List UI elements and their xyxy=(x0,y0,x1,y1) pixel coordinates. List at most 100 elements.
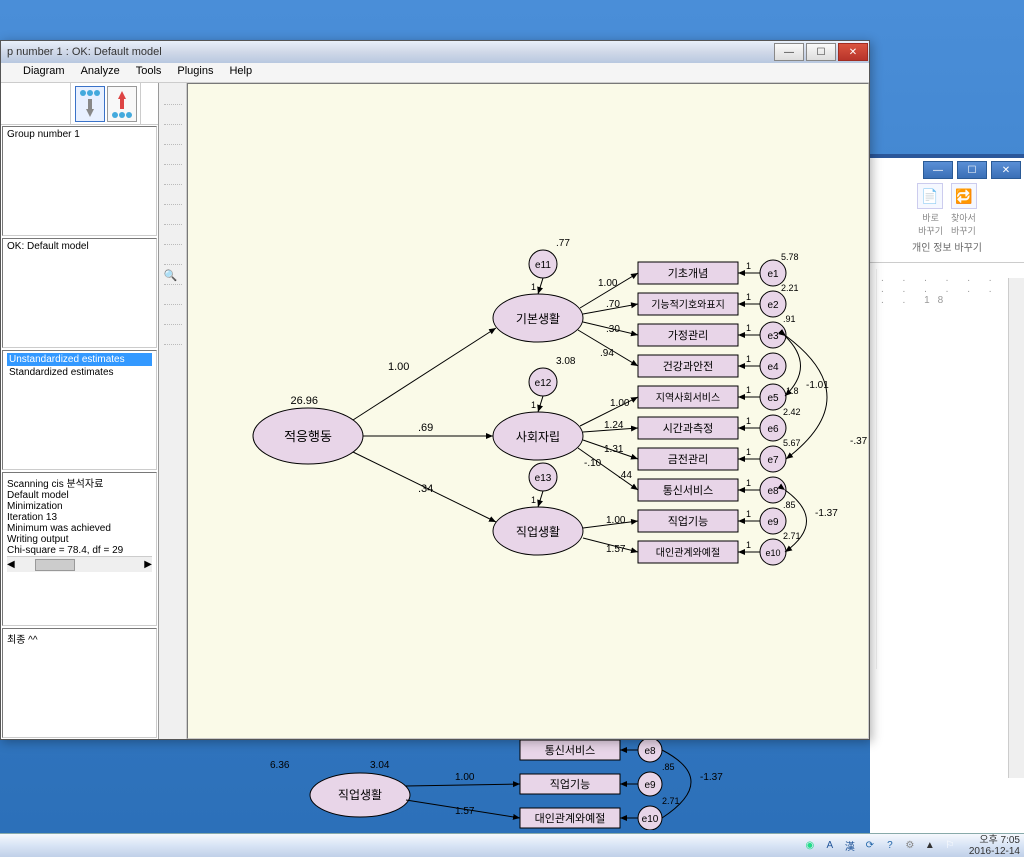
group-item[interactable]: Group number 1 xyxy=(7,129,152,140)
tray-help-icon[interactable]: ? xyxy=(883,839,897,853)
bg-close-button[interactable]: ✕ xyxy=(991,161,1021,179)
path-f1-load: 1.00 xyxy=(388,361,409,373)
tool-icon[interactable] xyxy=(164,249,182,265)
svg-text:-.37: -.37 xyxy=(850,436,868,447)
svg-text:1: 1 xyxy=(746,509,751,519)
bg-maximize-button[interactable]: ☐ xyxy=(957,161,987,179)
error-e11-var: .77 xyxy=(556,238,570,249)
output-line: Chi-square = 78.4, df = 29 xyxy=(7,545,152,556)
svg-text:통신서비스: 통신서비스 xyxy=(663,484,714,497)
tool-icon[interactable] xyxy=(164,109,182,125)
models-listbox[interactable]: OK: Default model xyxy=(2,238,157,348)
svg-text:3.04: 3.04 xyxy=(370,760,390,771)
model-status[interactable]: OK: Default model xyxy=(7,241,152,252)
menu-tools[interactable]: Tools xyxy=(134,65,164,80)
tray-flag-icon[interactable]: ⚐ xyxy=(943,839,957,853)
amos-main-window: p number 1 : OK: Default model — ☐ ✕ Dia… xyxy=(0,40,870,740)
svg-text:2.71: 2.71 xyxy=(783,531,801,541)
tool-icon[interactable] xyxy=(164,169,182,185)
svg-text:시간과측정: 시간과측정 xyxy=(663,422,714,435)
svg-text:1.00: 1.00 xyxy=(610,398,630,409)
tool-icon[interactable] xyxy=(164,189,182,205)
unstandardized-estimates[interactable]: Unstandardized estimates xyxy=(7,353,152,366)
background-partial-diagram: 직업생활 3.04 6.36 통신서비스 직업기능 대인관계와예절 e8 e9 … xyxy=(80,740,880,830)
svg-text:2.21: 2.21 xyxy=(781,283,799,293)
svg-text:1: 1 xyxy=(746,354,751,364)
standardized-estimates[interactable]: Standardized estimates xyxy=(7,366,152,379)
output-line: Iteration 13 xyxy=(7,512,152,523)
tool-icon[interactable] xyxy=(164,229,182,245)
svg-text:e6: e6 xyxy=(767,424,779,435)
path-diagram-input-icon[interactable] xyxy=(75,86,105,122)
menu-plugins[interactable]: Plugins xyxy=(175,65,215,80)
diagram-canvas[interactable]: 적응행동 26.96 기본생활 사회자립 직업생활 1.00 .69 .34 e… xyxy=(187,83,869,739)
svg-text:e8: e8 xyxy=(644,746,656,757)
clock-time: 오후 7:05 xyxy=(969,835,1020,846)
menu-help[interactable]: Help xyxy=(227,65,254,80)
tray-icon[interactable]: ⚙ xyxy=(903,839,917,853)
svg-text:e9: e9 xyxy=(767,517,779,528)
svg-text:기초개념: 기초개념 xyxy=(668,267,708,280)
svg-text:지역사회서비스: 지역사회서비스 xyxy=(656,392,720,404)
svg-text:1: 1 xyxy=(531,282,536,292)
svg-text:.30: .30 xyxy=(606,324,620,335)
titlebar[interactable]: p number 1 : OK: Default model — ☐ ✕ xyxy=(1,41,869,63)
tool-icon[interactable] xyxy=(164,129,182,145)
svg-text:1: 1 xyxy=(746,478,751,488)
estimates-listbox[interactable]: Unstandardized estimates Standardized es… xyxy=(2,350,157,470)
toolbar-selector-left[interactable] xyxy=(1,83,71,124)
tool-icon[interactable] xyxy=(164,149,182,165)
svg-text:e5: e5 xyxy=(767,393,779,404)
svg-text:.91: .91 xyxy=(783,314,796,324)
observed-group: 기초개념 e1 1 5.78 기능적기호와표지 e2 1 2.21 가정관리 e… xyxy=(638,252,801,565)
svg-text:1: 1 xyxy=(746,447,751,457)
minimize-button[interactable]: — xyxy=(774,43,804,61)
bg-ribbon-group-label: 개인 정보 바꾸기 xyxy=(876,237,1018,256)
find-replace-icon[interactable]: 🔁 xyxy=(951,183,977,209)
tool-icon[interactable] xyxy=(164,309,182,325)
bg-minimize-button[interactable]: — xyxy=(923,161,953,179)
tray-sync-icon[interactable]: ⟳ xyxy=(863,839,877,853)
svg-text:2.42: 2.42 xyxy=(783,407,801,417)
bg-document-body[interactable]: . . . . . . . . . . . . . . 18 xyxy=(876,269,1018,669)
output-line: Minimization xyxy=(7,501,152,512)
svg-text:.85: .85 xyxy=(662,762,675,772)
tray-ime-a[interactable]: A xyxy=(823,839,837,853)
tray-chevron-up-icon[interactable]: ▲ xyxy=(923,839,937,853)
tool-column: 🔍 xyxy=(159,83,187,739)
taskbar-clock[interactable]: 오후 7:05 2016-12-14 xyxy=(969,835,1020,857)
files-listbox[interactable]: 최종 ^^ xyxy=(2,628,157,738)
svg-text:1.00: 1.00 xyxy=(455,772,475,783)
tray-ime-han[interactable]: 漢 xyxy=(843,839,857,853)
svg-text:.85: .85 xyxy=(783,500,796,510)
tray-globe-icon[interactable]: ◉ xyxy=(803,839,817,853)
bg-f3-label: 직업생활 xyxy=(338,788,382,802)
output-log[interactable]: Scanning cis 분석자료 Default model Minimiza… xyxy=(2,472,157,626)
menu-diagram[interactable]: Diagram xyxy=(21,65,67,80)
bg-vertical-scrollbar[interactable] xyxy=(1008,278,1024,778)
svg-text:금전관리: 금전관리 xyxy=(668,453,708,466)
menu-view[interactable] xyxy=(5,65,9,80)
svg-text:.44: .44 xyxy=(618,470,632,481)
tool-icon[interactable] xyxy=(164,329,182,345)
output-scroll-h[interactable]: ◀▶ xyxy=(7,556,152,572)
output-line: Default model xyxy=(7,490,152,501)
svg-text:.70: .70 xyxy=(606,299,620,310)
svg-text:1.31: 1.31 xyxy=(604,444,624,455)
file-note[interactable]: 최종 ^^ xyxy=(7,631,152,646)
menu-analyze[interactable]: Analyze xyxy=(79,65,122,80)
tool-icon[interactable] xyxy=(164,89,182,105)
tool-icon[interactable]: 🔍 xyxy=(164,269,182,285)
replace-direct-icon[interactable]: 📄 xyxy=(917,183,943,209)
svg-text:.94: .94 xyxy=(600,348,614,359)
system-tray[interactable]: ◉ A 漢 ⟳ ? ⚙ ▲ ⚐ xyxy=(803,839,957,853)
close-button[interactable]: ✕ xyxy=(838,43,868,61)
svg-text:2.71: 2.71 xyxy=(662,796,680,806)
tool-icon[interactable] xyxy=(164,289,182,305)
path-diagram-output-icon[interactable] xyxy=(107,86,137,122)
maximize-button[interactable]: ☐ xyxy=(806,43,836,61)
latent-main-label: 적응행동 xyxy=(284,429,332,444)
tool-icon[interactable] xyxy=(164,209,182,225)
taskbar: ◉ A 漢 ⟳ ? ⚙ ▲ ⚐ 오후 7:05 2016-12-14 xyxy=(0,833,1024,857)
groups-listbox[interactable]: Group number 1 xyxy=(2,126,157,236)
